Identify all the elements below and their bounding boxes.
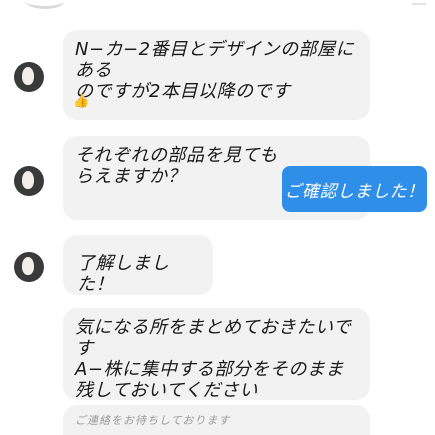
divider xyxy=(412,3,426,5)
message-bubble: 気になる所をまとめておきたいです A−株に集中する部分をそのまま 残しておいてく… xyxy=(63,308,370,400)
avatar[interactable] xyxy=(14,252,44,282)
avatar[interactable] xyxy=(14,166,44,196)
avatar[interactable] xyxy=(14,62,44,92)
message-bubble: N−カ−2番目とデザインの部屋にある のですが2本目以降のです 👍 xyxy=(63,30,370,120)
message-text: 了解しました！ xyxy=(77,253,170,295)
thumbs-up-icon: 👍 xyxy=(73,94,90,109)
message-text: 気になる所をまとめておきたいです A−株に集中する部分をそのまま 残しておいてく… xyxy=(75,317,352,400)
message-text: ご連絡をお待ちしております xyxy=(75,414,231,427)
message-bubble: 了解しました！ xyxy=(63,235,213,295)
scroll-edge-indicator xyxy=(26,0,64,9)
top-bar xyxy=(0,0,435,9)
message-text: それぞれの部品を見てもらえますか？ xyxy=(75,145,278,187)
confirm-button[interactable]: ご確認しました！ xyxy=(282,166,427,212)
message-bubble-partial: ご連絡をお待ちしております xyxy=(63,405,370,435)
message-text: N−カ−2番目とデザインの部屋にある のですが2本目以降のです xyxy=(75,39,355,102)
